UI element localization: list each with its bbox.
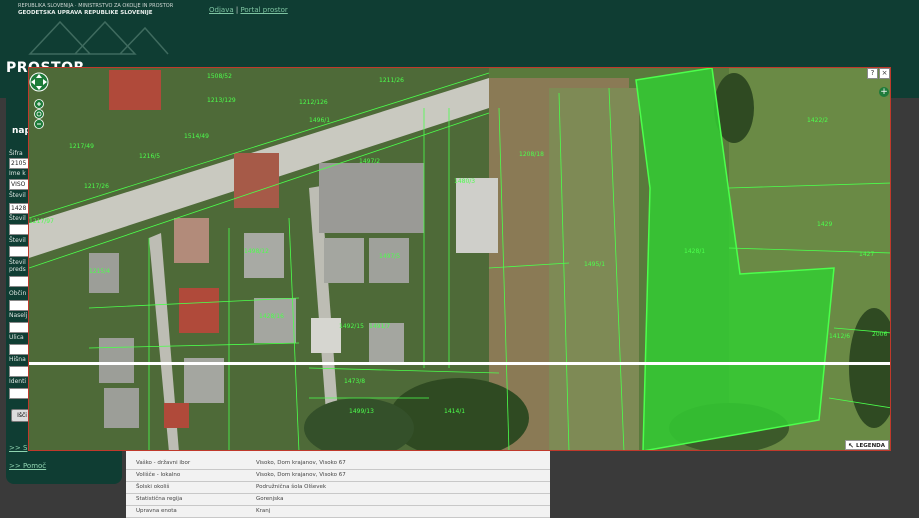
row-label: Statistična regija [136,496,183,502]
logout-link[interactable]: Odjava [209,6,234,14]
building-roof [234,153,279,208]
parcel-label: 2006 [872,331,887,338]
logo-icon [28,20,169,55]
building-roof [244,233,284,278]
parcel-label: 1492/15 [339,323,364,330]
help-icon[interactable]: ? [867,68,878,79]
zoom-out-icon[interactable] [34,119,44,129]
row-value: Gorenjska [256,496,284,502]
parcel-label: 1208/18 [519,151,544,158]
legend-label: LEGENDA [856,443,885,449]
building-roof [254,298,296,343]
parcel-label: 1508/52 [207,73,232,80]
org-line-1: REPUBLIKA SLOVENIJA · MINISTRSTVO ZA OKO… [18,3,174,9]
field-label: Števil [9,237,26,244]
map-zoom-control[interactable] [29,68,51,132]
map-canvas[interactable]: 1508/52 1213/129 1212/126 1211/26 1514/4… [29,68,891,451]
pan-arrows-icon[interactable] [29,72,49,92]
building-roof [324,238,364,283]
row-label: Volišče - lokalno [136,472,181,478]
field-strip [549,88,639,450]
building-roof [99,338,134,383]
parcel-label: 1428/16 [259,313,284,320]
building-roof [109,70,161,110]
legend-button[interactable]: ↖ LEGENDA [845,440,889,450]
building-roof [174,218,209,263]
parcel-label: 1496/1 [309,117,330,124]
table-row: Volišče - lokalno Visoko, Dom krajanov, V… [126,470,550,482]
parcel-label: 1499/13 [349,408,374,415]
field-label: Naselj [9,312,28,319]
parcel-label: 1212/126 [299,99,328,106]
help-link[interactable]: >> Pomoč [9,462,46,470]
map-window[interactable]: 1508/52 1213/129 1212/126 1211/26 1514/4… [28,67,891,451]
field-label: Ime k [9,170,26,177]
sidebar-link-s[interactable]: >> S [9,444,27,452]
table-row: Statistična regija Gorenjska [126,494,550,506]
row-label: Šolski okoliš [136,484,170,490]
field-label: Števil [9,215,26,222]
parcel-label: 1514/49 [184,133,209,140]
parcel-label: 1497/2 [359,158,380,165]
parcel-label: 1213/129 [207,97,236,104]
parcel-label: 1217/49 [69,143,94,150]
parcel-label: 1215/4 [89,268,110,275]
row-value: Podružnična šola Olševek [256,484,327,490]
scan-line [29,362,890,365]
parcel-label: 1414/1 [444,408,465,415]
table-row: Šolski okoliš Podružnična šola Olševek [126,482,550,494]
field-label: Ulica [9,334,24,341]
portal-link[interactable]: Portal prostor [240,6,287,14]
link-separator: | [235,6,239,14]
parcel-label: 1480/3 [454,178,475,185]
field-label: Občin [9,290,27,297]
close-icon[interactable]: × [879,68,890,79]
field-label: Števil preds [9,259,26,273]
field-label: Števil [9,192,26,199]
header-links: Odjava | Portal prostor [209,6,288,14]
parcel-label: 1498/12 [244,248,269,255]
building-roof [311,318,341,353]
building-roof [369,238,409,283]
legend-arrow-icon: ↖ [848,442,854,450]
parcel-label: 1428/1 [684,248,705,255]
parcel-label: 1429 [817,221,832,228]
parcel-label: 1491/7 [369,323,390,330]
parcel-label: 1495/1 [584,261,605,268]
row-label: Vaško - državni ibor [136,460,191,466]
window-buttons: ? × [867,68,890,79]
org-text: REPUBLIKA SLOVENIJA · MINISTRSTVO ZA OKO… [18,3,173,17]
parcel-label: 1473/8 [344,378,365,385]
building-roof [104,388,139,428]
row-value: Kranj [256,508,271,514]
building-roof [319,163,424,233]
zoom-in-icon[interactable] [34,99,44,109]
field-label: Identi [9,378,27,385]
parcel-label: 1497/5 [379,253,400,260]
zoom-reset-icon[interactable] [34,109,44,119]
parcel-label: 1217/26 [84,183,109,190]
row-label: Upravna enota [136,508,177,514]
parcel-label: 1217/97 [29,218,54,225]
field-label: Šifra [9,150,23,157]
parcel-label: 1412/6 [829,333,850,340]
building-roof [179,288,219,333]
org-line-2: GEODETSKA UPRAVA REPUBLIKE SLOVENIJE [18,10,153,16]
field-label: Hišna [9,356,26,363]
plus-icon[interactable]: + [879,87,889,97]
info-table: Vaško - državni ibor Visoko, Dom krajanov… [126,450,550,518]
row-value: Visoko, Dom krajanov, Visoko 67 [256,460,346,466]
building-roof [456,178,498,253]
parcel-label: 1427 [859,251,874,258]
parcel-label: 1211/26 [379,77,404,84]
row-value: Visoko, Dom krajanov, Visoko 67 [256,472,346,478]
parcel-label: 1422/2 [807,117,828,124]
table-row: Vaško - državni ibor Visoko, Dom krajanov… [126,458,550,470]
building-roof [164,403,189,428]
parcel-label: 1216/5 [139,153,160,160]
table-row: Upravna enota Kranj [126,506,550,518]
